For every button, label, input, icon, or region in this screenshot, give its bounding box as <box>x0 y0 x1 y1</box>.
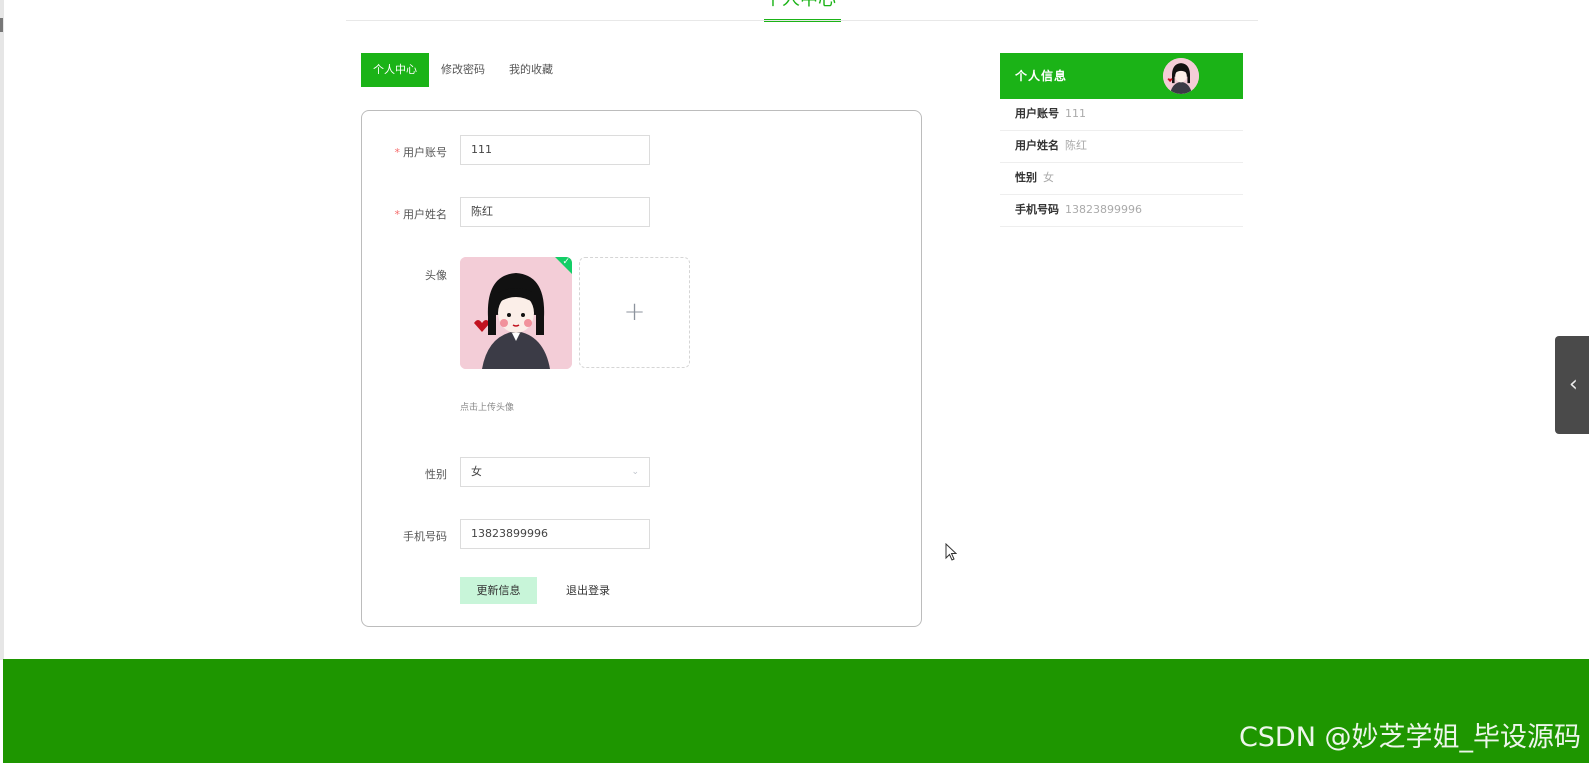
chevron-left-icon: ‹ <box>1569 372 1578 397</box>
watermark: CSDN @妙芝学姐_毕设源码 <box>1238 722 1581 753</box>
avatar-preview[interactable]: ✓ <box>460 257 572 369</box>
gender-select[interactable]: 女 ⌄ <box>460 457 650 487</box>
logout-button[interactable]: 退出登录 <box>566 577 610 604</box>
phone-label: 手机号码 <box>403 530 447 543</box>
side-panel-toggle[interactable]: ‹ <box>1555 336 1589 434</box>
avatar <box>1163 58 1199 94</box>
tab-profile[interactable]: 个人中心 <box>361 53 429 87</box>
info-row-account: 用户账号 111 <box>1000 99 1243 131</box>
info-row-gender: 性别女 <box>1000 163 1243 195</box>
upload-hint: 点击上传头像 <box>460 403 515 413</box>
profile-tabs: 个人中心 修改密码 我的收藏 <box>361 53 565 87</box>
account-label: * 用户账号 <box>394 146 448 159</box>
info-row-phone: 手机号码 13823899996 <box>1000 195 1243 227</box>
page-title: 个人中心 <box>764 0 836 12</box>
tab-favorites[interactable]: 我的收藏 <box>497 53 565 87</box>
tab-change-password[interactable]: 修改密码 <box>429 53 497 87</box>
check-icon: ✓ <box>562 257 570 267</box>
personal-info-card: 个人信息 用户账号 111 用户姓名 陈红 性别女 手机号码 13823899996 <box>1000 53 1243 227</box>
required-mark: * <box>394 208 401 221</box>
info-card-header: 个人信息 <box>1000 53 1243 99</box>
info-row-name: 用户姓名 陈红 <box>1000 131 1243 163</box>
update-info-button[interactable]: 更新信息 <box>460 577 537 604</box>
window-left-edge <box>0 0 4 660</box>
gender-label: 性别 <box>425 468 447 481</box>
account-input[interactable]: 111 <box>460 135 650 165</box>
name-input[interactable]: 陈红 <box>460 197 650 227</box>
profile-form-panel <box>361 110 922 627</box>
info-card-title: 个人信息 <box>1015 69 1068 83</box>
phone-input[interactable]: 13823899996 <box>460 519 650 549</box>
required-mark: * <box>394 146 401 159</box>
avatar-image <box>460 257 572 369</box>
mouse-cursor-icon <box>945 543 957 561</box>
header-divider <box>346 20 1258 21</box>
gender-select-value: 女 <box>471 465 482 478</box>
avatar-thumbnail <box>1163 58 1199 94</box>
name-label: * 用户姓名 <box>394 208 448 221</box>
avatar-upload-button[interactable]: + <box>579 257 690 368</box>
avatar-label: 头像 <box>425 269 447 282</box>
chevron-down-icon: ⌄ <box>631 467 639 477</box>
plus-icon: + <box>623 297 646 327</box>
